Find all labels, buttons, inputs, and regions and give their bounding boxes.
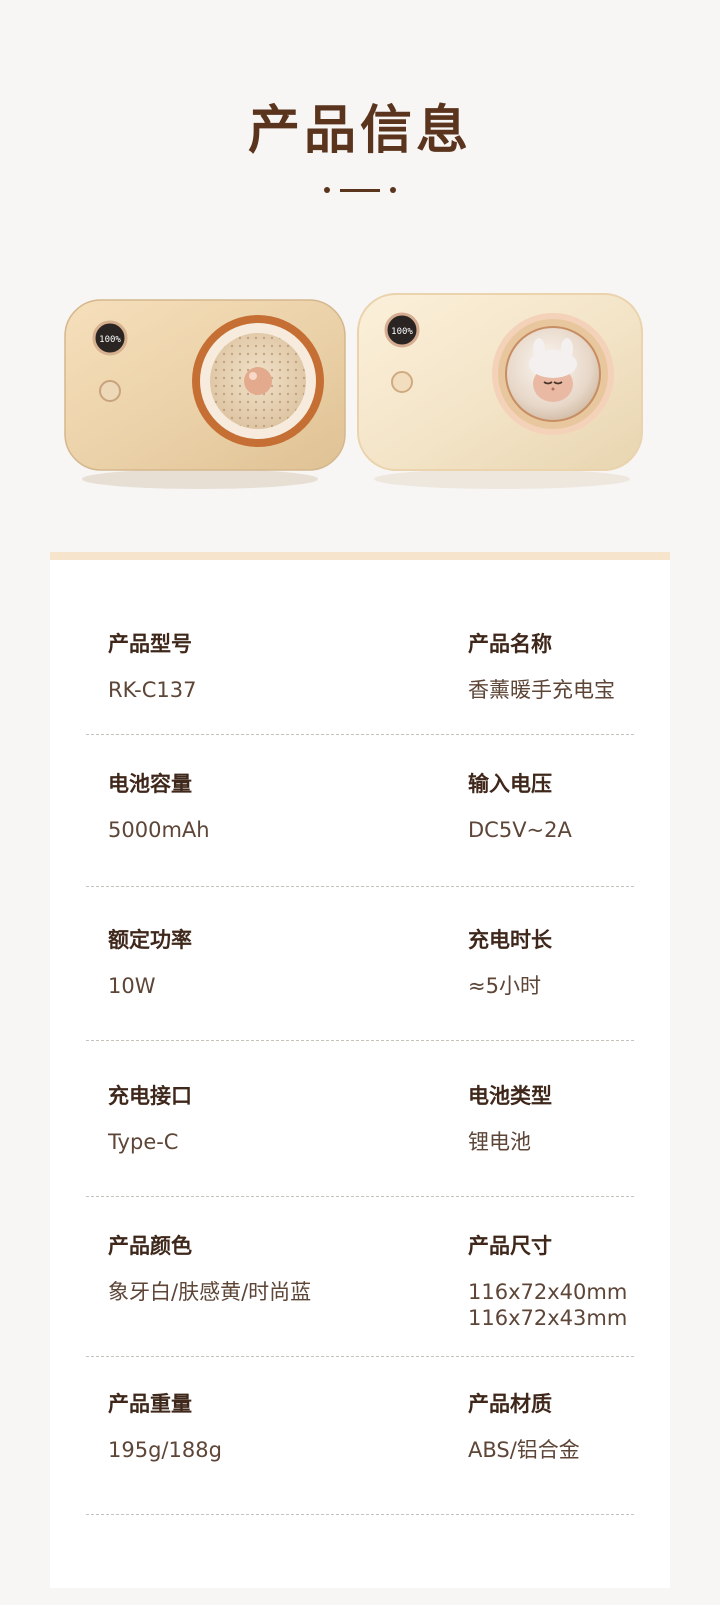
spec-label: 额定功率 [108, 928, 192, 952]
product-right: 100% [357, 293, 643, 471]
spec-value: 象牙白/肤感黄/时尚蓝 [108, 1280, 312, 1304]
spec-row: 产品型号 RK-C137 产品名称 香薰暖手充电宝 [86, 628, 634, 735]
right-screen: 100% [384, 312, 420, 348]
spec-cell-right: 产品名称 香薰暖手充电宝 [468, 628, 615, 704]
spec-value: 10W [108, 974, 156, 998]
spec-row: 额定功率 10W 充电时长 ≈5小时 [86, 924, 634, 1041]
spec-label: 产品名称 [468, 632, 552, 656]
spec-value: ABS/铝合金 [468, 1438, 580, 1462]
spec-value: Type-C [108, 1130, 179, 1154]
spec-label: 输入电压 [468, 772, 552, 796]
spec-row: 产品颜色 象牙白/肤感黄/时尚蓝 产品尺寸 116x72x40mm 116x72… [86, 1230, 634, 1357]
spec-cell-left: 产品颜色 象牙白/肤感黄/时尚蓝 [108, 1230, 311, 1306]
spec-label: 充电接口 [108, 1084, 192, 1108]
spec-cell-right: 电池类型 锂电池 [468, 1080, 552, 1156]
spec-row: 充电接口 Type-C 电池类型 锂电池 [86, 1080, 634, 1197]
product-images: 100% 100% [60, 286, 660, 496]
spec-cell-right: 产品尺寸 116x72x40mm 116x72x43mm [468, 1230, 627, 1331]
page-title: 产品信息 [247, 101, 472, 161]
right-battery-readout: 100% [391, 327, 413, 337]
spec-label: 电池类型 [468, 1084, 552, 1108]
spec-value: 5000mAh [108, 818, 210, 842]
spec-label: 产品重量 [108, 1392, 192, 1416]
spec-cell-left: 额定功率 10W [108, 924, 192, 1000]
left-battery-readout: 100% [99, 335, 121, 345]
left-screen: 100% [92, 320, 128, 356]
spec-label: 产品型号 [108, 632, 192, 656]
spec-label: 产品材质 [468, 1392, 552, 1416]
product-left: 100% [64, 299, 346, 471]
spec-row: 电池容量 5000mAh 输入电压 DC5V~2A [86, 768, 634, 887]
spec-cell-left: 充电接口 Type-C [108, 1080, 192, 1156]
spec-cell-left: 产品重量 195g/188g [108, 1388, 222, 1464]
spec-cell-right: 输入电压 DC5V~2A [468, 768, 572, 844]
title-divider [324, 186, 396, 194]
spec-label: 电池容量 [108, 772, 192, 796]
spec-row: 产品重量 195g/188g 产品材质 ABS/铝合金 [86, 1388, 634, 1515]
spec-card: 产品型号 RK-C137 产品名称 香薰暖手充电宝 电池容量 5000mAh 输… [50, 552, 670, 1588]
spec-value: DC5V~2A [468, 818, 572, 842]
spec-label: 产品尺寸 [468, 1234, 552, 1258]
spec-label: 产品颜色 [108, 1234, 192, 1258]
spec-cell-right: 产品材质 ABS/铝合金 [468, 1388, 580, 1464]
spec-value: ≈5小时 [468, 974, 541, 998]
spec-value: 锂电池 [468, 1130, 531, 1154]
spec-label: 充电时长 [468, 928, 552, 952]
spec-cell-left: 产品型号 RK-C137 [108, 628, 196, 704]
spec-value: RK-C137 [108, 678, 197, 702]
spec-cell-left: 电池容量 5000mAh [108, 768, 210, 844]
spec-value: 香薰暖手充电宝 [468, 678, 615, 702]
spec-cell-right: 充电时长 ≈5小时 [468, 924, 552, 1000]
spec-value: 116x72x40mm 116x72x43mm [468, 1280, 628, 1330]
spec-value: 195g/188g [108, 1438, 222, 1462]
